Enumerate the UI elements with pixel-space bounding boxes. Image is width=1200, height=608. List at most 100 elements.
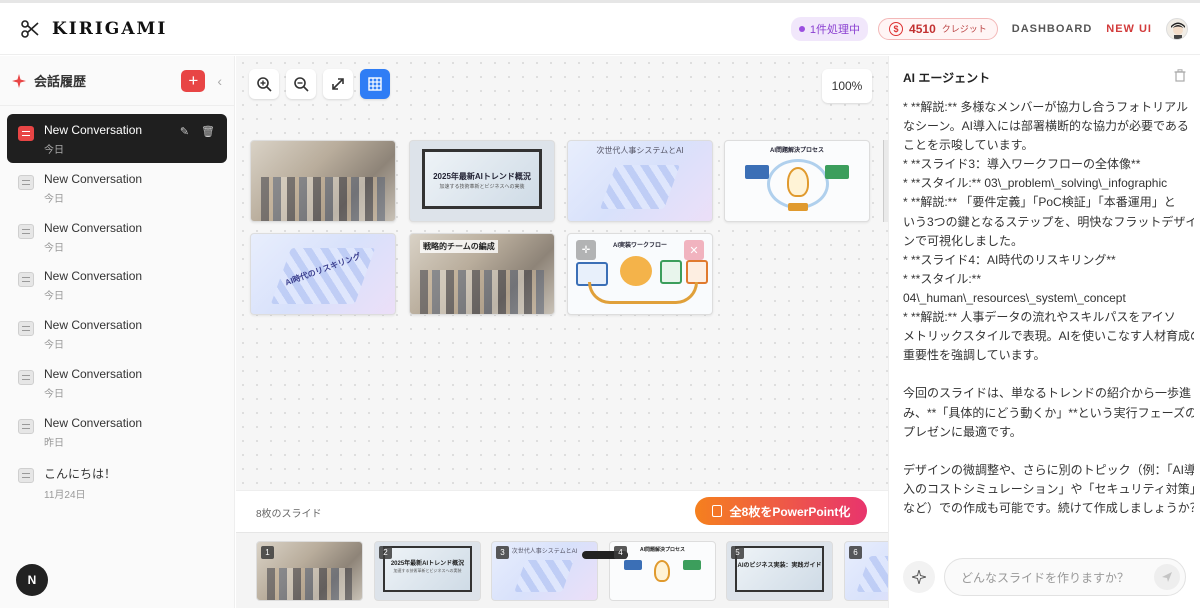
agent-message-line: 04\_human\_resources\_system\_concept <box>903 290 1126 305</box>
sidebar-title: 会話履歴 <box>34 74 87 89</box>
slide-card-2[interactable]: 2025年最新AIトレンド概況 加速する技術革新とビジネスへの実装 <box>409 140 555 222</box>
conversation-name: New Conversation <box>44 171 143 186</box>
ai-suggest-button[interactable] <box>903 561 935 593</box>
slide-canvas[interactable]: 100% 2025年最新AIトレンド概況 加速する技術革新とビジネスへの実装 次… <box>236 56 888 490</box>
slide-card-1[interactable] <box>250 140 396 222</box>
avatar[interactable] <box>1166 17 1188 40</box>
thumbnail-strip[interactable]: 1 2 2025年最新AIトレンド概況 加速する技術革新とビジネスへの実装 3 … <box>236 532 888 608</box>
conversation-item[interactable]: New Conversation 今日 <box>7 358 227 407</box>
agent-message-line: * **スタイル:** 03\_problem\_solving\_infogr… <box>903 176 1168 191</box>
thumbnail-number: 4 <box>614 546 627 559</box>
agent-message-line: * **解説:** 「要件定義」「PoC検証」「本番運用」と <box>903 195 1176 210</box>
zoom-in-button[interactable] <box>249 69 279 99</box>
conversation-item[interactable]: New Conversation 今日 <box>7 260 227 309</box>
thumbnail-title: AIのビジネス実装：実践ガイド <box>737 563 822 569</box>
zoom-out-button[interactable] <box>286 69 316 99</box>
chat-bubble-icon <box>18 126 34 141</box>
conversation-name: New Conversation <box>44 415 143 430</box>
conversation-item[interactable]: New Conversation 今日 <box>7 163 227 212</box>
conversation-date: 今日 <box>44 242 64 254</box>
slide-card-3[interactable]: 次世代人事システムとAI <box>567 140 713 222</box>
slide-action-bar: 8枚のスライド 全8枚をPowerPoint化 <box>236 490 888 532</box>
thumbnail-2[interactable]: 2 2025年最新AIトレンド概況 加速する技術革新とビジネスへの実装 <box>374 541 481 601</box>
thumbnail-title: 2025年最新AIトレンド概況 <box>390 561 465 567</box>
edit-pencil-icon[interactable]: ✎ <box>180 125 189 138</box>
step-box <box>745 165 769 179</box>
conversation-name: New Conversation <box>44 318 143 333</box>
nav-dashboard-link[interactable]: DASHBOARD <box>1012 23 1093 35</box>
ai-agent-panel: AI エージェント * **解説:** 多様なメンバーが協力し合うフォトリアルな… <box>888 56 1200 608</box>
conversation-item[interactable]: New Conversation 昨日 <box>7 407 227 456</box>
slide-card-6[interactable]: 戦略的チームの編成 <box>409 233 555 315</box>
grid-view-button[interactable] <box>360 69 390 99</box>
agent-message-line: * **解説:** 多様なメンバーが協力し合うフォトリアル <box>903 100 1188 114</box>
thumbnail-1[interactable]: 1 <box>256 541 363 601</box>
sidebar-header: 会話履歴 + ‹ <box>0 56 234 106</box>
conversation-name: New Conversation <box>44 269 143 284</box>
zoom-level[interactable]: 100% <box>822 69 872 103</box>
agent-message-line: メトリックスタイルで表現。AIを使いこなす人材育成の <box>903 329 1194 344</box>
step-box <box>624 560 642 570</box>
conversation-item[interactable]: New Conversation 今日 ✎ 🗑 <box>7 114 227 163</box>
chat-bubble-icon <box>18 272 34 288</box>
chat-input-placeholder: どんなスライドを作りますか？ <box>961 570 1130 585</box>
slide-subtitle: 加速する技術革新とビジネスへの実装 <box>439 184 525 190</box>
chat-bubble-icon <box>18 418 34 434</box>
conversation-item[interactable]: こんにちは！ 11月24日 <box>7 456 227 505</box>
conversation-date: 今日 <box>44 193 64 205</box>
agent-message-line: 入のコストシミュレーション」や「セキュリティ対策」 <box>903 481 1194 496</box>
conversation-date: 今日 <box>44 388 64 400</box>
slide-card-7[interactable]: AI実装ワークフロー ✛ ✕ <box>567 233 713 315</box>
lightbulb-icon <box>787 167 809 197</box>
thumbnail-number: 1 <box>261 546 274 559</box>
step-box <box>825 165 849 179</box>
agent-message-line: * **スライド4：AI時代のリスキリング** <box>903 252 1116 267</box>
processing-badge[interactable]: 1件処理中 <box>790 16 869 41</box>
credits-badge[interactable]: $ 4510 クレジット <box>878 17 998 40</box>
conversation-date: 11月24日 <box>44 489 86 501</box>
n-badge[interactable]: N <box>16 564 48 596</box>
agent-message-line: いう3つの鍵となるステップを、明快なフラットデザイ <box>903 214 1194 229</box>
document-icon <box>711 505 722 517</box>
logo[interactable]: KIRIGAMI <box>20 19 167 39</box>
agent-message: * **解説:** 多様なメンバーが協力し合うフォトリアル なシーン。AI導入には… <box>903 98 1194 546</box>
avatar-face-icon <box>1171 22 1185 39</box>
slide-title: 戦略的チームの編成 <box>420 240 498 253</box>
chat-input[interactable]: どんなスライドを作りますか？ <box>944 558 1186 596</box>
nav-new-ui-link[interactable]: NEW UI <box>1106 23 1152 35</box>
conversation-date: 今日 <box>44 291 64 303</box>
thumbnail-3[interactable]: 3 次世代人事システムとAI <box>491 541 598 601</box>
delete-slide-icon[interactable]: ✕ <box>684 240 704 260</box>
conversation-name: New Conversation <box>44 220 143 235</box>
new-conversation-button[interactable]: + <box>181 69 206 92</box>
fullscreen-button[interactable] <box>323 69 353 99</box>
conversation-name: New Conversation <box>44 123 143 137</box>
send-button[interactable] <box>1154 564 1180 590</box>
slide-card-4[interactable]: AI問題解決プロセス <box>724 140 870 222</box>
thumbnail-5[interactable]: 5 AIのビジネス実装：実践ガイド <box>726 541 833 601</box>
trash-icon[interactable]: 🗑 <box>201 125 215 138</box>
thumbnail-number: 2 <box>379 546 392 559</box>
agent-message-line: プレゼンに最適です。 <box>903 424 1022 439</box>
grid-icon <box>368 77 382 91</box>
isometric-graphic <box>856 556 888 592</box>
expand-icon <box>332 78 344 90</box>
agent-panel-title: AI エージェント <box>903 70 991 85</box>
processing-dot-icon <box>798 25 805 32</box>
agent-message-line: * **スライド3：導入ワークフローの全体像** <box>903 157 1141 172</box>
coin-icon: $ <box>889 21 904 36</box>
thumbnail-6[interactable]: 6 <box>844 541 888 601</box>
step-box <box>683 560 701 570</box>
collapse-sidebar-button[interactable]: ‹ <box>217 73 222 89</box>
clear-chat-button[interactable] <box>1174 69 1186 85</box>
sparkle-icon <box>912 570 926 584</box>
chat-bubble-icon <box>18 369 34 385</box>
export-powerpoint-button[interactable]: 全8枚をPowerPoint化 <box>695 497 867 525</box>
agent-message-line: など）での作成も可能です。続けて作成しましょうか？ <box>903 500 1194 515</box>
move-handle-icon[interactable]: ✛ <box>576 240 596 260</box>
scissors-icon <box>21 19 39 38</box>
conversation-item[interactable]: New Conversation 今日 <box>7 212 227 261</box>
thumbnail-4[interactable]: 4 AI問題解決プロセス <box>609 541 716 601</box>
slide-card-5[interactable]: AI時代のリスキリング <box>250 233 396 315</box>
conversation-item[interactable]: New Conversation 今日 <box>7 309 227 358</box>
